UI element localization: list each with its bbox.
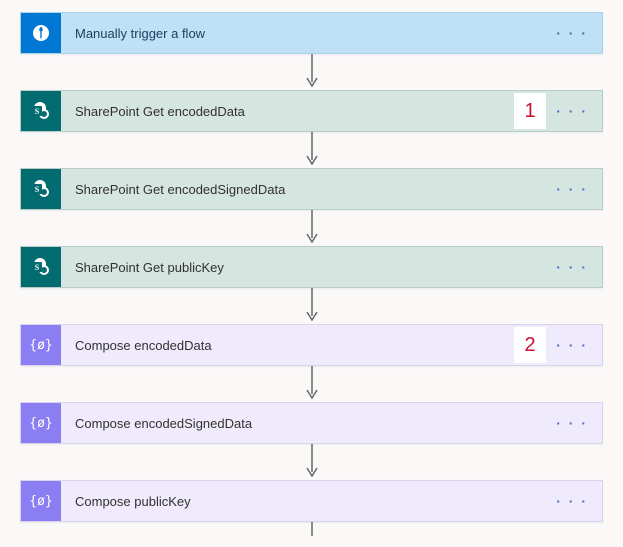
sharepoint-icon: S [21, 169, 61, 209]
connector-arrow [20, 366, 603, 402]
flow-step-compose[interactable]: {ø} Compose encodedData 2 · · · [20, 324, 603, 366]
flow-step-sharepoint[interactable]: S SharePoint Get publicKey · · · [20, 246, 603, 288]
svg-text:S: S [35, 263, 40, 272]
compose-icon: {ø} [21, 481, 61, 521]
flow-step-trigger[interactable]: Manually trigger a flow · · · [20, 12, 603, 54]
connector-arrow [20, 132, 603, 168]
sharepoint-icon: S [21, 91, 61, 131]
svg-text:{ø}: {ø} [30, 338, 52, 353]
flow-step-sharepoint[interactable]: S SharePoint Get encodedSignedData · · · [20, 168, 603, 210]
annotation-badge: 1 [514, 93, 546, 129]
more-button[interactable]: · · · [542, 493, 602, 509]
svg-text:{ø}: {ø} [30, 416, 52, 431]
more-button[interactable]: · · · [542, 259, 602, 275]
sharepoint-icon: S [21, 247, 61, 287]
flow-step-compose[interactable]: {ø} Compose encodedSignedData · · · [20, 402, 603, 444]
svg-text:S: S [35, 107, 40, 116]
trigger-icon [21, 13, 61, 53]
more-button[interactable]: · · · [542, 25, 602, 41]
connector-arrow [20, 54, 603, 90]
compose-icon: {ø} [21, 403, 61, 443]
step-label: Compose publicKey [61, 494, 542, 509]
step-label: Compose encodedData [61, 338, 542, 353]
compose-icon: {ø} [21, 325, 61, 365]
annotation-badge: 2 [514, 327, 546, 363]
flow-step-compose[interactable]: {ø} Compose publicKey · · · [20, 480, 603, 522]
svg-text:S: S [35, 185, 40, 194]
step-label: SharePoint Get publicKey [61, 260, 542, 275]
more-button[interactable]: · · · [542, 181, 602, 197]
more-button[interactable]: · · · [542, 415, 602, 431]
step-label: Manually trigger a flow [61, 26, 542, 41]
svg-text:{ø}: {ø} [30, 494, 52, 509]
step-label: Compose encodedSignedData [61, 416, 542, 431]
connector-arrow [20, 210, 603, 246]
more-button[interactable]: · · · [542, 103, 602, 119]
connector-arrow [20, 522, 603, 536]
connector-arrow [20, 444, 603, 480]
step-label: SharePoint Get encodedSignedData [61, 182, 542, 197]
more-button[interactable]: · · · [542, 337, 602, 353]
step-label: SharePoint Get encodedData [61, 104, 542, 119]
flow-step-sharepoint[interactable]: S SharePoint Get encodedData 1 · · · [20, 90, 603, 132]
connector-arrow [20, 288, 603, 324]
